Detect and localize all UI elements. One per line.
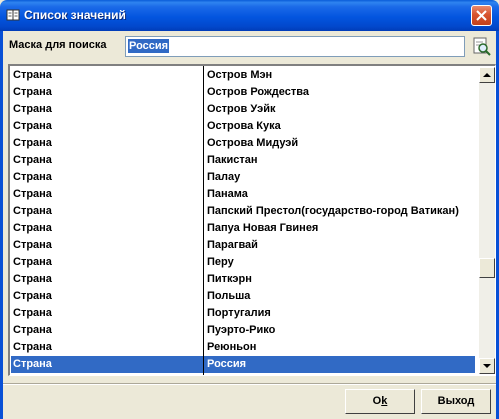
list-item[interactable]: Страна Парагвай — [11, 237, 475, 254]
list-item-type: Страна — [13, 290, 52, 302]
search-icon[interactable] — [472, 36, 492, 57]
list-item-type: Страна — [13, 324, 52, 336]
title-bar[interactable]: Список значений — [0, 0, 499, 31]
list-item[interactable]: Страна Перу — [11, 254, 475, 271]
search-label: Маска для поиска — [9, 39, 107, 51]
list-item-value: Папуа Новая Гвинея — [207, 222, 319, 234]
list-item-value: Папский Престол(государство-город Ватика… — [207, 205, 459, 217]
list-item-type: Страна — [13, 154, 52, 166]
close-button[interactable] — [471, 5, 492, 26]
list-item-value: Португалия — [207, 307, 271, 319]
list-item[interactable]: Страна Острова Кука — [11, 118, 475, 135]
list-item-type: Страна — [13, 103, 52, 115]
values-list[interactable]: Страна Остров Мэн Страна Остров Рождества Ст… — [8, 64, 496, 376]
list-item[interactable]: Страна Палау — [11, 169, 475, 186]
list-item-type: Страна — [13, 358, 52, 370]
list-item-type: Страна — [13, 120, 52, 132]
list-item[interactable]: Страна Остров Рождества — [11, 84, 475, 101]
list-item[interactable]: Страна Остров Уэйк — [11, 101, 475, 118]
list-item-value: Острова Кука — [207, 120, 281, 132]
exit-button[interactable]: Выход — [421, 389, 491, 414]
list-item[interactable]: Страна Пуэрто-Рико — [11, 322, 475, 339]
scroll-down-button[interactable] — [479, 358, 495, 374]
close-icon — [476, 10, 487, 21]
dialog-window: Список значений Маска для поиска Россия … — [0, 0, 499, 419]
list-item-value: Польша — [207, 290, 251, 302]
scroll-up-button[interactable] — [479, 67, 495, 83]
list-item[interactable]: Страна Панама — [11, 186, 475, 203]
ok-button[interactable]: Ok — [345, 389, 415, 414]
list-item-type: Страна — [13, 307, 52, 319]
list-item[interactable]: Страна Папуа Новая Гвинея — [11, 220, 475, 237]
list-item-type: Страна — [13, 222, 52, 234]
bottom-divider — [3, 383, 496, 385]
window-frame-left — [0, 31, 3, 419]
list-item-value: Остров Рождества — [207, 86, 309, 98]
list-item-value: Острова Мидуэй — [207, 137, 299, 149]
list-item[interactable]: Страна Португалия — [11, 305, 475, 322]
list-item[interactable]: Страна Остров Мэн — [11, 67, 475, 84]
ok-button-label: Ok — [372, 395, 388, 407]
list-item[interactable]: Страна Пакистан — [11, 152, 475, 169]
list-item-value: Перу — [207, 256, 234, 268]
list-item[interactable]: Страна Польша — [11, 288, 475, 305]
scroll-thumb[interactable] — [479, 258, 495, 278]
book-icon — [6, 9, 20, 21]
column-separator — [203, 66, 204, 375]
list-item-type: Страна — [13, 137, 52, 149]
list-item-type: Страна — [13, 341, 52, 353]
arrow-down-icon — [483, 364, 491, 368]
arrow-up-icon — [483, 73, 491, 77]
list-item-type: Страна — [13, 188, 52, 200]
vertical-scrollbar[interactable] — [479, 67, 495, 374]
list-item[interactable]: Страна Питкэрн — [11, 271, 475, 288]
list-item-value: Остров Уэйк — [207, 103, 276, 115]
search-input-value: Россия — [128, 39, 170, 53]
exit-button-label: Выход — [437, 395, 475, 407]
list-item-type: Страна — [13, 86, 52, 98]
list-item-type: Страна — [13, 239, 52, 251]
list-item-value: Остров Мэн — [207, 69, 273, 81]
list-item-type: Страна — [13, 69, 52, 81]
list-rows: Страна Остров Мэн Страна Остров Рождества Ст… — [11, 67, 475, 373]
window-title: Список значений — [24, 8, 126, 22]
list-item-type: Страна — [13, 171, 52, 183]
list-item[interactable]: Страна Реюньон — [11, 339, 475, 356]
list-item[interactable]: Страна Россия — [11, 356, 475, 373]
list-item-type: Страна — [13, 273, 52, 285]
list-item-value: Пакистан — [207, 154, 258, 166]
list-item-type: Страна — [13, 205, 52, 217]
list-item-value: Палау — [207, 171, 241, 183]
list-item-value: Парагвай — [207, 239, 258, 251]
list-item[interactable]: Страна Папский Престол(государство-город … — [11, 203, 475, 220]
list-item-value: Пуэрто-Рико — [207, 324, 276, 336]
search-input[interactable] — [125, 36, 465, 57]
list-item-value: Реюньон — [207, 341, 257, 353]
list-item-type: Страна — [13, 256, 52, 268]
list-item-value: Россия — [207, 358, 247, 370]
list-item-value: Панама — [207, 188, 248, 200]
list-item[interactable]: Страна Острова Мидуэй — [11, 135, 475, 152]
list-item-value: Питкэрн — [207, 273, 252, 285]
